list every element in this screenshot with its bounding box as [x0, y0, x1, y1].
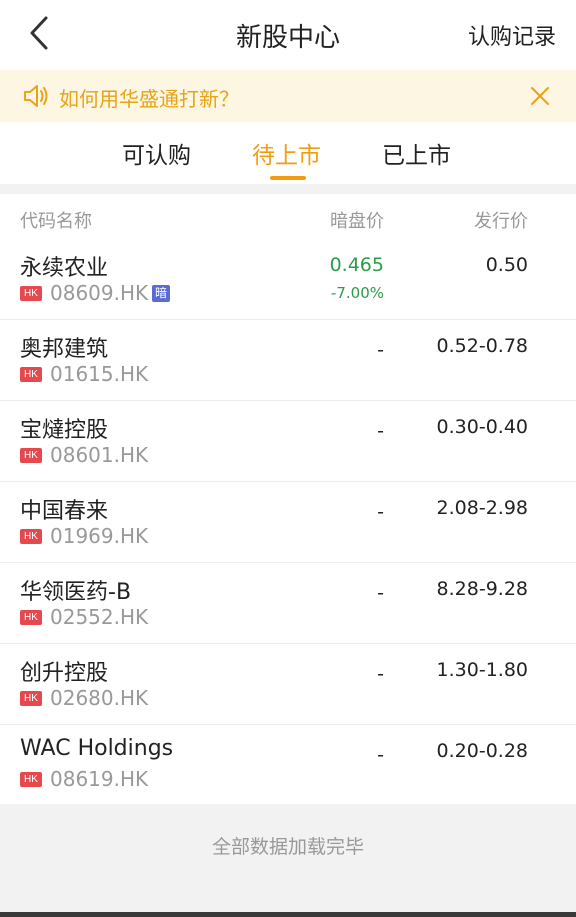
- dark-price: -: [377, 663, 384, 685]
- speaker-icon: [24, 85, 48, 107]
- divider: [0, 912, 576, 917]
- dark-price: -: [377, 420, 384, 442]
- stock-name: 宝燵控股: [20, 418, 109, 443]
- stock-code: 08601.HK: [50, 443, 149, 467]
- dark-price: -: [377, 501, 384, 523]
- issue-price: 2.08-2.98: [436, 497, 528, 519]
- stock-code: 08619.HK: [50, 767, 149, 791]
- dark-price: -: [377, 339, 384, 361]
- list-item[interactable]: WAC Holdings HK 08619.HK - 0.20-0.28: [0, 726, 576, 806]
- active-tab-indicator: [270, 176, 306, 180]
- column-header-name: 代码名称: [20, 211, 92, 232]
- notice-link[interactable]: 如何用华盛通打新？: [59, 83, 239, 112]
- hk-market-badge: HK: [20, 529, 42, 544]
- issue-price: 8.28-9.28: [436, 578, 528, 600]
- divider: [0, 184, 576, 194]
- stock-name: 创升控股: [20, 661, 109, 686]
- tab-listed[interactable]: 已上市: [382, 136, 451, 170]
- notice-bar: 如何用华盛通打新？: [0, 70, 576, 122]
- column-header-dark-price: 暗盘价: [330, 211, 384, 232]
- issue-price: 0.52-0.78: [436, 335, 528, 357]
- hk-market-badge: HK: [20, 367, 42, 382]
- issue-price: 0.30-0.40: [436, 416, 528, 438]
- stock-code: 08609.HK: [50, 281, 149, 305]
- list-item[interactable]: 创升控股 HK 02680.HK - 1.30-1.80: [0, 645, 576, 725]
- issue-price: 1.30-1.80: [436, 659, 528, 681]
- dark-price: -: [377, 582, 384, 604]
- tab-subscribable[interactable]: 可认购: [122, 136, 191, 170]
- stock-code: 01969.HK: [50, 524, 149, 548]
- stock-code: 02680.HK: [50, 686, 149, 710]
- hk-market-badge: HK: [20, 448, 42, 463]
- stock-name: 永续农业: [20, 256, 109, 281]
- dark-price-change: -7.00%: [330, 284, 384, 302]
- dark-price: 0.465: [329, 254, 384, 276]
- list-item[interactable]: 中国春来 HK 01969.HK - 2.08-2.98: [0, 483, 576, 563]
- stock-name: 奥邦建筑: [20, 337, 109, 362]
- stock-name: 华领医药-B: [20, 580, 132, 605]
- stock-code: 01615.HK: [50, 362, 149, 386]
- list-item[interactable]: 华领医药-B HK 02552.HK - 8.28-9.28: [0, 564, 576, 644]
- list-item[interactable]: 永续农业 HK 08609.HK 暗 0.465 -7.00% 0.50: [0, 240, 576, 320]
- stock-code: 02552.HK: [50, 605, 149, 629]
- list-item[interactable]: 宝燵控股 HK 08601.HK - 0.30-0.40: [0, 402, 576, 482]
- hk-market-badge: HK: [20, 691, 42, 706]
- dark-trading-badge: 暗: [152, 285, 170, 302]
- list-item[interactable]: 奥邦建筑 HK 01615.HK - 0.52-0.78: [0, 321, 576, 401]
- hk-market-badge: HK: [20, 286, 42, 301]
- app-header: 新股中心 认购记录: [0, 0, 576, 70]
- issue-price: 0.20-0.28: [436, 740, 528, 762]
- hk-market-badge: HK: [20, 610, 42, 625]
- dark-price: -: [377, 744, 384, 766]
- ipo-list: 代码名称 暗盘价 发行价 永续农业 HK 08609.HK 暗 0.465 -7…: [0, 194, 576, 804]
- close-icon[interactable]: [528, 84, 552, 108]
- subscription-record-link[interactable]: 认购记录: [468, 19, 556, 51]
- column-header-issue-price: 发行价: [474, 211, 528, 232]
- hk-market-badge: HK: [20, 772, 42, 787]
- tab-pending-listing[interactable]: 待上市: [252, 136, 321, 170]
- stock-name: WAC Holdings: [20, 736, 174, 761]
- issue-price: 0.50: [485, 254, 528, 276]
- stock-name: 中国春来: [20, 499, 109, 524]
- ipo-status-tabs: 可认购 待上市 已上市: [0, 122, 576, 184]
- list-end-message: 全部数据加载完毕: [211, 836, 364, 858]
